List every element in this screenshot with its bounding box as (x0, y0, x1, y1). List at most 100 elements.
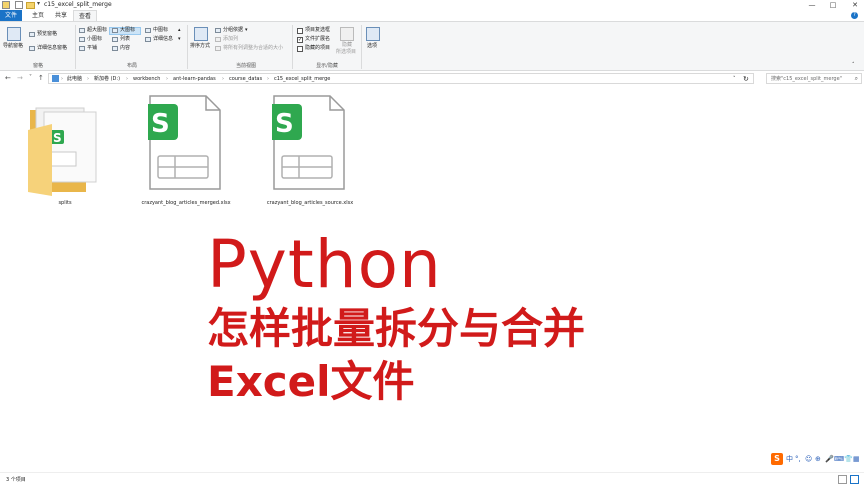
forward-button[interactable]: → (17, 73, 23, 83)
up-button[interactable]: ↑ (38, 73, 44, 83)
large-icons-view-icon[interactable] (850, 475, 859, 484)
tab-share[interactable]: 共享 (50, 10, 72, 21)
breadcrumb-course-datas[interactable]: course_datas (229, 74, 262, 84)
spreadsheet-file-icon: S (148, 95, 221, 190)
breadcrumb-drive[interactable]: 新加卷 (D:) (94, 74, 120, 84)
preview-pane-button[interactable]: 预览窗格 (37, 31, 57, 38)
add-columns-button[interactable]: 添加列 (223, 36, 238, 43)
layout-tiles[interactable]: 平铺 (87, 45, 97, 52)
ime-chinese-mode-icon[interactable]: 中 (786, 453, 793, 465)
breadcrumb-separator: › (267, 76, 269, 82)
divider (187, 25, 188, 69)
breadcrumb-separator: › (61, 76, 63, 82)
refresh-button[interactable]: ↻ (743, 74, 749, 84)
group-by-dropdown-icon[interactable]: ▾ (245, 27, 248, 34)
close-button[interactable]: ✕ (849, 0, 861, 10)
preview-pane-icon (29, 32, 35, 37)
layout-small-icons[interactable]: 小图标 (87, 36, 102, 43)
layout-scroll-up-icon[interactable]: ▴ (178, 27, 181, 34)
tab-file[interactable]: 文件 (0, 10, 22, 21)
group-by-button[interactable]: 分组依据 (223, 27, 243, 34)
layout-medium-icons[interactable]: 中图标 (153, 27, 168, 34)
layout-details[interactable]: 详细信息 (153, 36, 173, 43)
headline-subtitle: 怎样批量拆分与合并 (207, 304, 586, 353)
tab-view[interactable]: 查看 (73, 10, 97, 21)
spreadsheet-file-icon: S (272, 95, 345, 190)
collapse-ribbon-icon[interactable]: ˄ (852, 62, 855, 69)
svg-text:S: S (275, 109, 294, 139)
headline-python: Python (207, 226, 442, 303)
breadcrumb-separator: › (222, 76, 224, 82)
size-all-columns-button[interactable]: 将所有列调整为合适的大小 (223, 45, 283, 52)
item-checkboxes-label: 项目复选框 (305, 27, 331, 33)
layout-scroll-down-icon[interactable]: ▾ (178, 36, 181, 43)
computer-icon (52, 75, 59, 82)
breadcrumb-ant-learn-pandas[interactable]: ant-learn-pandas (173, 74, 216, 84)
maximize-button[interactable]: □ (827, 0, 839, 10)
search-box[interactable]: 搜索"c15_excel_split_merge" ⌕ (766, 73, 862, 84)
minimize-button[interactable]: — (806, 0, 818, 10)
address-dropdown-icon[interactable]: ˅ (733, 74, 736, 84)
view-toggles (838, 475, 860, 484)
file-name-extensions-checkbox[interactable]: ✓ (297, 37, 303, 43)
ribbon: 导航窗格 预览窗格 详细信息窗格 窗格 超大图标 大图标 中图标 小图标 列表 … (0, 21, 864, 71)
breadcrumb-current-folder[interactable]: c15_excel_split_merge (274, 74, 330, 84)
ime-skin-icon[interactable]: 👕 (844, 453, 853, 465)
navigation-pane-button[interactable]: 导航窗格 (3, 43, 23, 50)
tab-home[interactable]: 主页 (26, 10, 50, 21)
ime-menu-icon[interactable]: ▦ (853, 453, 860, 465)
file-item[interactable]: S crazyant_blog_articles_merged.xlsx (136, 94, 236, 208)
options-button[interactable]: 选项 (367, 43, 377, 50)
hidden-items-checkbox[interactable] (297, 46, 303, 52)
divider (75, 25, 76, 69)
divider (292, 25, 293, 69)
breadcrumb-separator: › (87, 76, 89, 82)
help-icon[interactable]: ? (851, 12, 858, 19)
breadcrumb-workbench[interactable]: workbench (133, 74, 160, 84)
address-bar[interactable]: › 此电脑 › 新加卷 (D:) › workbench › ant-learn… (48, 73, 754, 84)
ime-emoji-icon[interactable]: ☺ (805, 453, 812, 465)
file-item[interactable]: S crazyant_blog_articles_source.xlsx (260, 94, 360, 208)
ime-punctuation-icon[interactable]: °, (795, 453, 801, 465)
file-name: crazyant_blog_articles_merged.xlsx (141, 200, 231, 206)
breadcrumb-separator: › (126, 76, 128, 82)
sort-by-button[interactable]: 排序方式 (190, 43, 210, 50)
group-by-icon (215, 28, 221, 33)
quick-access-dropdown-icon[interactable]: ▾ (37, 0, 40, 8)
ime-tools-icon[interactable]: ⊕ (815, 453, 821, 465)
file-name: crazyant_blog_articles_source.xlsx (266, 200, 354, 206)
navigation-pane-icon (7, 27, 21, 41)
title-bar: ▾ c15_excel_split_merge — □ ✕ (0, 0, 864, 10)
search-icon[interactable]: ⌕ (855, 74, 858, 84)
details-view-icon[interactable] (838, 475, 847, 484)
large-icons-icon (112, 28, 118, 33)
layout-large-icons[interactable]: 大图标 (120, 27, 135, 34)
ime-voice-icon[interactable]: 🎤 (825, 453, 834, 465)
status-bar: 3 个项目 (0, 472, 864, 486)
options-icon (366, 27, 380, 41)
recent-locations-button[interactable]: ˅ (29, 73, 32, 83)
ime-keyboard-icon[interactable]: ⌨ (834, 453, 844, 465)
layout-content[interactable]: 内容 (120, 45, 130, 52)
ime-logo-icon[interactable]: S (771, 453, 783, 465)
hide-selected-button[interactable]: 隐藏 (342, 42, 352, 49)
new-folder-icon[interactable] (26, 2, 35, 9)
layout-list[interactable]: 列表 (120, 36, 130, 43)
ime-toolbar[interactable]: S 中 °, ☺ ⊕ 🎤 ⌨ 👕 ▦ (771, 453, 863, 465)
breadcrumb-this-pc[interactable]: 此电脑 (67, 74, 82, 84)
hide-selected-icon (340, 27, 354, 41)
pane-group-label: 窗格 (32, 63, 43, 69)
medium-icons-icon (145, 28, 151, 33)
item-checkboxes-checkbox[interactable] (297, 28, 303, 34)
details-icon (145, 37, 151, 42)
details-pane-button[interactable]: 详细信息窗格 (37, 45, 67, 52)
folder-name: splits (58, 200, 72, 206)
properties-icon[interactable] (15, 1, 23, 9)
layout-group-label: 布局 (126, 63, 137, 69)
divider (361, 25, 362, 69)
headline-excel: Excel文件 (207, 357, 415, 406)
folder-item[interactable]: S splits (24, 96, 106, 208)
window-title: c15_excel_split_merge (44, 1, 112, 8)
back-button[interactable]: ← (5, 73, 11, 83)
layout-extra-large-icons[interactable]: 超大图标 (87, 27, 107, 34)
